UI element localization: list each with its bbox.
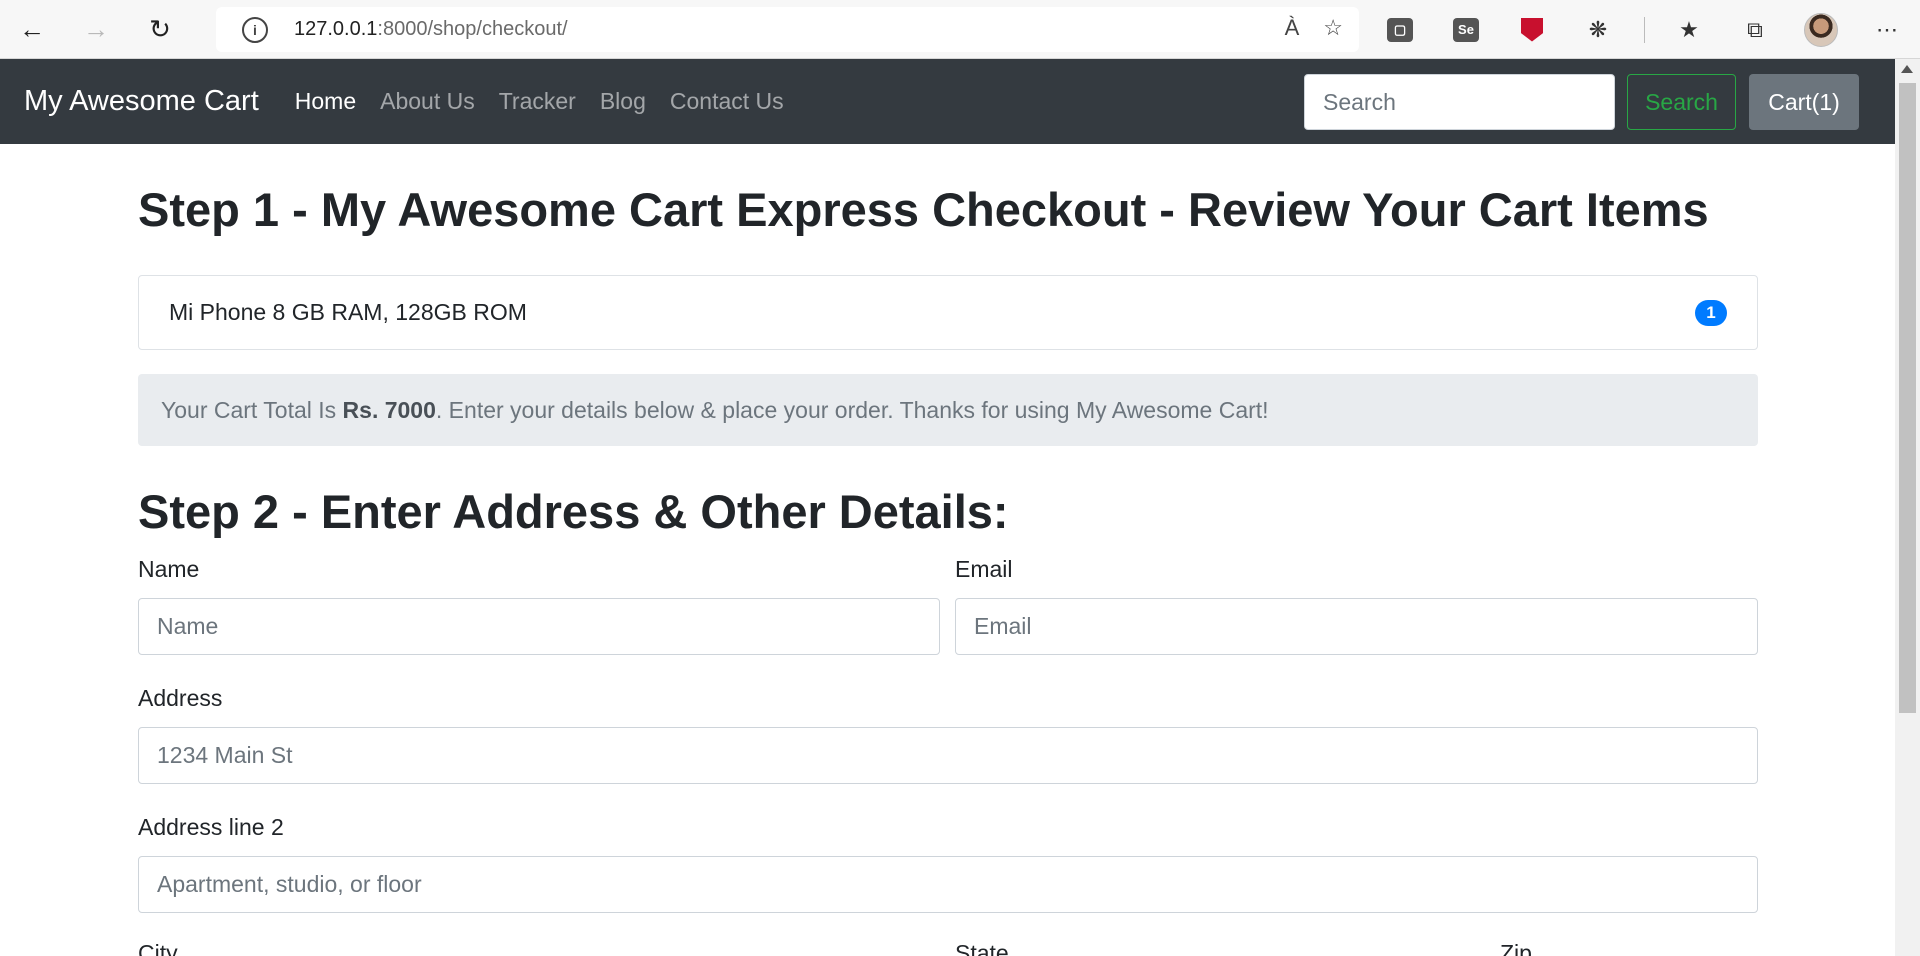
back-icon[interactable]: ← [10,7,54,51]
scroll-thumb[interactable] [1899,83,1916,713]
name-field[interactable]: Name [138,598,940,655]
cart-total-amount: Rs. 7000 [342,396,436,423]
browser-toolbar: ← → ↻ i 127.0.0.1:8000/shop/checkout/ À… [0,0,1920,59]
state-label: State [955,940,1009,956]
search-input[interactable]: Search [1304,74,1615,130]
cart-item-qty-badge: 1 [1695,300,1727,326]
extensions-puzzle-icon[interactable]: ❋ [1578,10,1618,50]
cart-total-alert: Your Cart Total Is Rs. 7000. Enter your … [138,374,1758,446]
nav-blog[interactable]: Blog [600,88,646,115]
page-scrollbar[interactable] [1895,59,1920,956]
more-menu-icon[interactable]: ⋯ [1867,10,1907,50]
address-label: Address [138,685,223,711]
address-bar[interactable]: i 127.0.0.1:8000/shop/checkout/ À ☆ [216,7,1359,52]
favorite-add-icon[interactable]: ☆ [1323,15,1343,41]
address2-label: Address line 2 [138,814,284,840]
zip-label: Zip [1500,940,1532,956]
step1-heading: Step 1 - My Awesome Cart Express Checkou… [138,183,1709,236]
refresh-icon[interactable]: ↻ [138,7,182,51]
city-label: City [138,940,178,956]
profile-avatar[interactable] [1801,10,1841,50]
toolbar-divider [1644,16,1645,43]
site-navbar: My Awesome Cart Home About Us Tracker Bl… [0,59,1895,144]
nav-tracker[interactable]: Tracker [499,88,576,115]
favorites-icon[interactable]: ★ [1669,10,1709,50]
cart-item: Mi Phone 8 GB RAM, 128GB ROM 1 [138,275,1758,350]
extension-icon[interactable]: ▢ [1380,10,1420,50]
email-field[interactable]: Email [955,598,1758,655]
search-button[interactable]: Search [1627,74,1736,130]
cart-total-prefix: Your Cart Total Is [161,396,337,423]
url-path: :8000/shop/checkout/ [377,18,568,40]
read-aloud-icon[interactable]: À [1285,15,1300,41]
cart-item-name: Mi Phone 8 GB RAM, 128GB ROM [169,299,527,325]
brand-link[interactable]: My Awesome Cart [24,85,259,118]
nav-contact-us[interactable]: Contact Us [670,88,784,115]
cart-total-suffix: . Enter your details below & place your … [435,396,1269,423]
address-field[interactable]: 1234 Main St [138,727,1758,784]
step2-heading: Step 2 - Enter Address & Other Details: [138,485,1009,538]
mcafee-shield-icon[interactable] [1512,10,1552,50]
info-icon[interactable]: i [242,16,268,43]
url-host: 127.0.0.1 [294,18,378,40]
cart-button[interactable]: Cart(1) [1749,74,1859,130]
selenium-extension-icon[interactable]: Se [1446,10,1486,50]
nav-about-us[interactable]: About Us [380,88,475,115]
collections-icon[interactable]: ⧉ [1735,10,1775,50]
nav-home[interactable]: Home [295,88,356,115]
forward-icon[interactable]: → [74,7,118,51]
email-label: Email [955,556,1013,582]
name-label: Name [138,556,200,582]
address2-field[interactable]: Apartment, studio, or floor [138,856,1758,913]
scroll-up-arrow-icon[interactable] [1901,65,1913,73]
